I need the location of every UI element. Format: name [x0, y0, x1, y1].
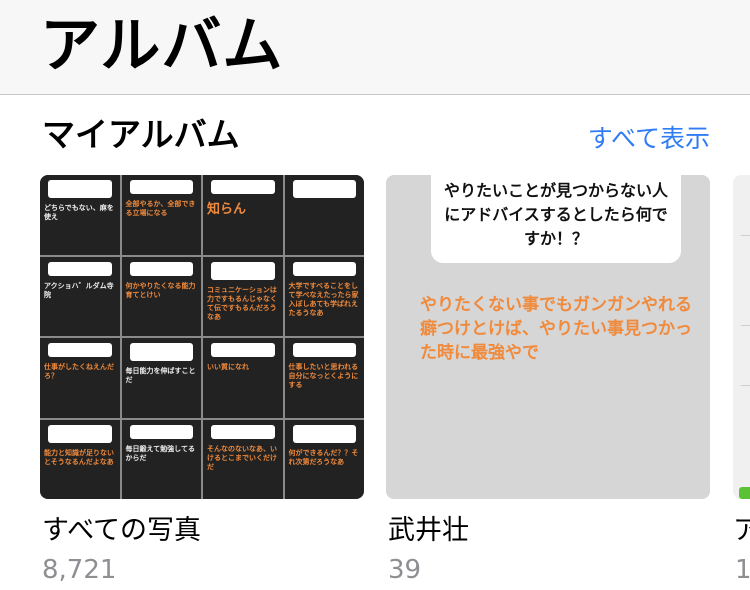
photo-tile: いい質になれ [203, 338, 283, 418]
question-box [292, 424, 356, 443]
photo-tile: 大学ですべることをして学べなえたったら家入ぼしあても学ばれえたるうなあ [284, 256, 364, 336]
tile-answer: いい質になれ [207, 363, 249, 371]
album-thumbnail: どちらでもない、麻を使え 全部やるか、全部できる立場になる 知らんアクショハ゛ルダム… [40, 175, 364, 499]
question-box [211, 424, 275, 439]
album-all-photos[interactable]: どちらでもない、麻を使え 全部やるか、全部できる立場になる 知らんアクショハ゛ルダム… [40, 175, 364, 585]
tile-answer: 何かやりたくなる能力育てとけい [125, 281, 196, 299]
page-title: アルバム [40, 11, 284, 81]
question-box [129, 424, 193, 439]
question-box [48, 424, 112, 443]
divider [741, 385, 750, 386]
navigation-bar: アルバム [0, 0, 750, 95]
tile-answer: 何ができるんだ？？それ次第だろうなあ [288, 448, 359, 466]
album-count: 39 [388, 555, 422, 585]
question-box [129, 261, 193, 276]
question-box [129, 343, 193, 361]
photo-tile [284, 175, 364, 255]
question-box [211, 180, 275, 194]
divider [741, 325, 750, 326]
divider [741, 235, 750, 236]
tile-answer: アクショハ゛ルダム寺院 [44, 281, 114, 299]
photo-tile: 全部やるか、全部できる立場になる [121, 175, 201, 255]
photo-tile: 能力と知識が足りないとそうなるんだよなあ [40, 419, 120, 499]
photo-tile: 何かやりたくなる能力育てとけい [121, 256, 201, 336]
tile-answer: 毎日鍛えて勉強してるからだ [125, 444, 195, 462]
section-title: マイアルバム [42, 115, 240, 154]
green-bar [739, 487, 750, 499]
tile-answer: 仕事したいと思われる自分になっとくようにする [288, 363, 359, 389]
album-name: 武井壮 [388, 515, 469, 546]
photo-tile: 仕事したいと思われる自分になっとくようにする [284, 338, 364, 418]
photo-tile: アクショハ゛ルダム寺院 [40, 256, 120, 336]
photo-tile: 知らん [203, 175, 283, 255]
story-image: やりたいことが見つからない人にアドバイスするとしたら何ですか！？ やりたくない事… [386, 175, 710, 499]
question-box [292, 261, 356, 276]
question-box [292, 343, 356, 357]
question-box [48, 261, 112, 276]
question-box [211, 261, 275, 280]
see-all-link[interactable]: すべて表示 [588, 122, 710, 156]
story-answer: やりたくない事でもガンガンやれる癖つけとけば、やりたい事見つかった時に最強やで [420, 295, 692, 363]
photo-tile: 何ができるんだ？？それ次第だろうなあ [284, 419, 364, 499]
tile-answer: 全部やるか、全部できる立場になる [125, 200, 196, 217]
tile-answer: 毎日能力を伸ばすことだ [125, 367, 196, 384]
tile-answer: 大学ですべることをして学べなえたったら家入ぼしあても学ばれえたるうなあ [288, 281, 359, 317]
tile-answer: 知らん [207, 202, 247, 217]
tile-answer: そんなのないなあ、いけるとこまでいくだけだ [207, 444, 277, 471]
album-name: ア [733, 515, 750, 546]
photo-tile: どちらでもない、麻を使え [40, 175, 120, 255]
question-box [48, 343, 112, 357]
photo-tile: 仕事がしたくねえんだろ？ [40, 338, 120, 418]
album-thumbnail: やりたいことが見つからない人にアドバイスするとしたら何ですか！？ やりたくない事… [386, 175, 710, 499]
tile-answer: 仕事がしたくねえんだろ？ [44, 363, 114, 380]
question-box [48, 180, 112, 198]
photo-grid: どちらでもない、麻を使え 全部やるか、全部できる立場になる 知らんアクショハ゛ルダム… [40, 175, 364, 499]
tile-answer: 能力と知識が足りないとそうなるんだよなあ [44, 448, 114, 466]
question-box [211, 343, 275, 357]
photo-tile: コミュニケーションは力ですもるんじゃなくて伝ですもるんだろうなあ [203, 256, 283, 336]
album-takei[interactable]: やりたいことが見つからない人にアドバイスするとしたら何ですか！？ やりたくない事… [386, 175, 710, 585]
question-box [292, 180, 356, 198]
story-question: やりたいことが見つからない人にアドバイスするとしたら何ですか！？ [431, 175, 681, 263]
tile-answer: どちらでもない、麻を使え [44, 204, 114, 221]
photo-tile: 毎日鍛えて勉強してるからだ [121, 419, 201, 499]
album-partial-thumbnail[interactable] [733, 175, 750, 499]
tile-answer: コミュニケーションは力ですもるんじゃなくて伝ですもるんだろうなあ [207, 285, 277, 321]
question-box [129, 180, 193, 194]
photo-tile: そんなのないなあ、いけるとこまでいくだけだ [203, 419, 283, 499]
album-name: すべての写真 [42, 515, 202, 546]
photo-tile: 毎日能力を伸ばすことだ [121, 338, 201, 418]
album-count: 8,721 [42, 555, 117, 585]
album-count: 1 [735, 555, 750, 585]
